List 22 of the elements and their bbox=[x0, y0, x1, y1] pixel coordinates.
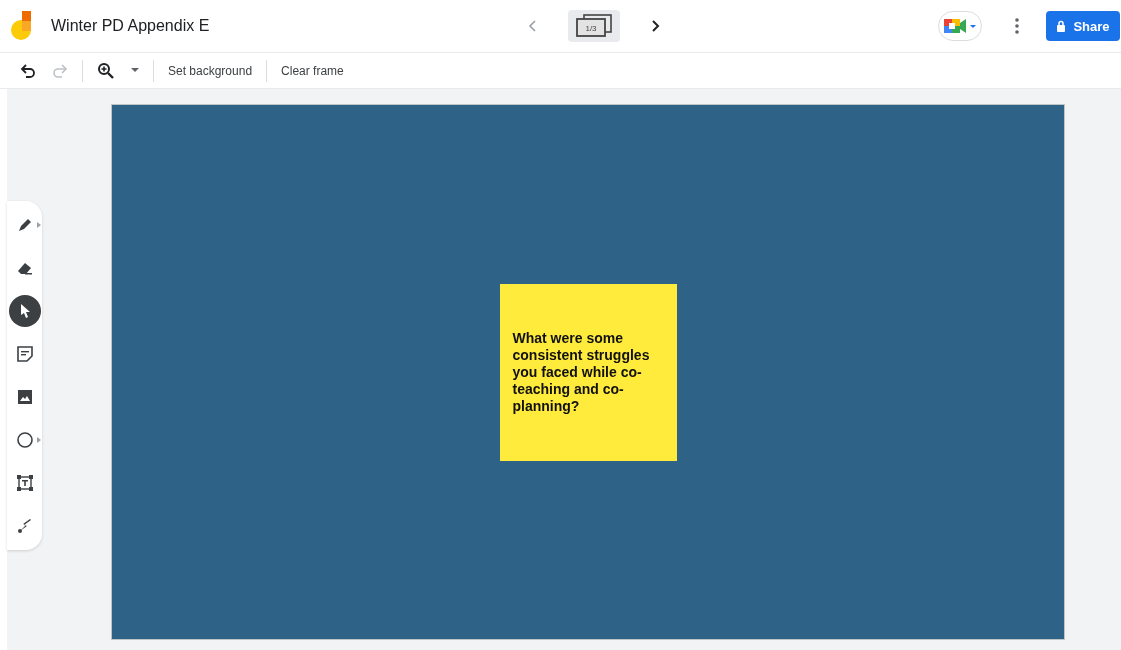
redo-icon bbox=[52, 62, 68, 79]
note-icon bbox=[14, 344, 35, 364]
video-camera-icon bbox=[943, 17, 977, 35]
app-logo-icon bbox=[10, 11, 34, 41]
sticky-note[interactable]: What were some consistent struggles you faced while co-teaching and co-planning? bbox=[499, 283, 677, 461]
undo-icon bbox=[20, 62, 36, 79]
submenu-caret-icon bbox=[36, 222, 41, 228]
textbox-icon bbox=[14, 473, 35, 493]
more-vertical-icon bbox=[1014, 17, 1020, 35]
zoom-in-icon bbox=[97, 61, 115, 80]
document-title: Winter PD Appendix E bbox=[51, 17, 211, 35]
select-tool-button[interactable] bbox=[8, 295, 41, 327]
clear-frame-button[interactable]: Clear frame bbox=[273, 57, 352, 84]
set-background-button[interactable]: Set background bbox=[160, 57, 261, 84]
caret-icon bbox=[131, 68, 139, 73]
share-button[interactable]: Share bbox=[1046, 11, 1120, 41]
sticky-note-text: What were some consistent struggles you faced while co-teaching and co-planning? bbox=[512, 329, 651, 415]
frames-icon bbox=[574, 14, 614, 38]
lock-icon bbox=[1056, 20, 1067, 32]
frame-selector-button[interactable]: 1/3 bbox=[568, 10, 620, 42]
submenu-caret-icon bbox=[36, 437, 41, 443]
circle-icon bbox=[14, 430, 35, 450]
